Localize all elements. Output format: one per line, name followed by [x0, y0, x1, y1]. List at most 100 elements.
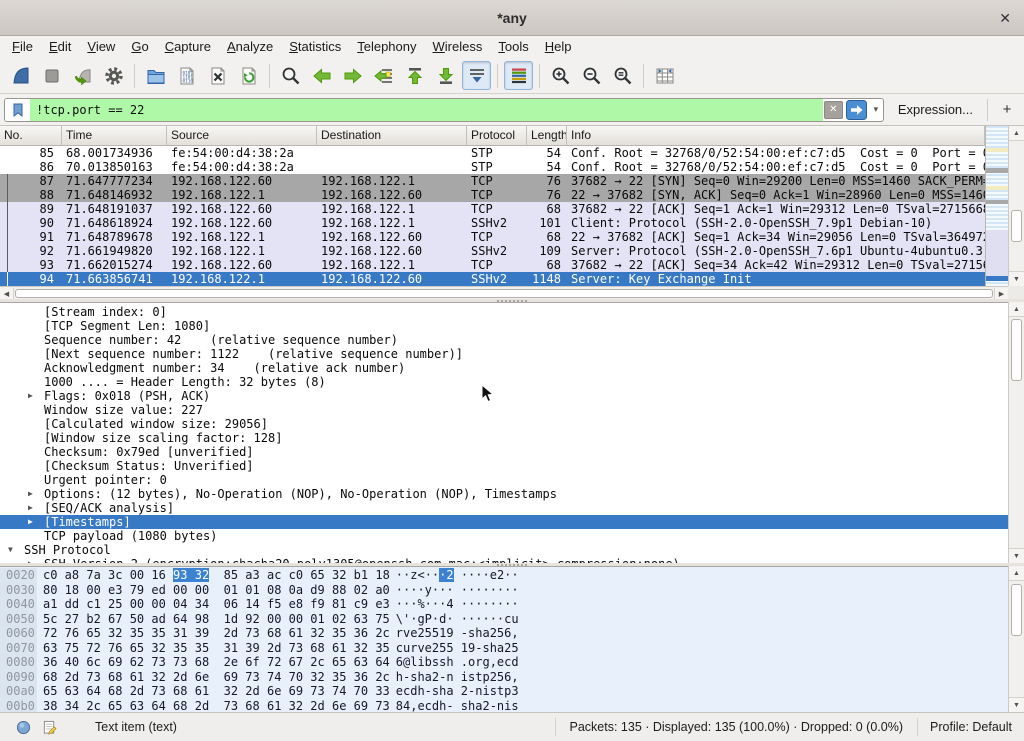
hex-bytes[interactable]: 65 63 64 68 2d 73 68 61 32 2d 6e 69 73 7… [43, 684, 390, 699]
menu-capture[interactable]: Capture [157, 36, 219, 54]
scroll-right-button[interactable]: ▶ [994, 288, 1008, 299]
packet-row-91[interactable]: 9171.648789678192.168.122.1192.168.122.6… [0, 230, 985, 244]
hex-row[interactable]: 00505c 27 b2 67 50 ad 64 98 1d 92 00 00 … [0, 612, 1008, 627]
hex-bytes[interactable]: 68 2d 73 68 61 32 2d 6e 69 73 74 70 32 3… [43, 670, 390, 685]
resize-columns-button[interactable] [650, 61, 679, 90]
hex-row[interactable]: 008036 40 6c 69 62 73 73 68 2e 6f 72 67 … [0, 655, 1008, 670]
scroll-left-button[interactable]: ◀ [0, 288, 14, 299]
filter-text[interactable]: !tcp.port == 22 [30, 99, 823, 121]
menu-statistics[interactable]: Statistics [281, 36, 349, 54]
packet-row-85[interactable]: 8568.001734936fe:54:00:d4:38:2aSTP54Conf… [0, 146, 985, 160]
menu-help[interactable]: Help [537, 36, 580, 54]
detail-vscrollbar[interactable]: ▲ ▼ [1008, 302, 1024, 563]
expander-closed-icon[interactable]: ▶ [28, 515, 44, 529]
column-header-no[interactable]: No. [0, 126, 62, 145]
go-to-packet-button[interactable] [369, 61, 398, 90]
detail-line[interactable]: ▶Options: (12 bytes), No-Operation (NOP)… [0, 487, 1008, 501]
filter-apply-button[interactable] [845, 100, 868, 120]
hex-bytes[interactable]: 72 76 65 32 35 35 31 39 2d 73 68 61 32 3… [43, 626, 390, 641]
menu-go[interactable]: Go [123, 36, 156, 54]
packet-list-minimap[interactable] [985, 126, 1008, 286]
detail-line[interactable]: ▶[SEQ/ACK analysis] [0, 501, 1008, 515]
detail-line[interactable]: Checksum: 0x79ed [unverified] [0, 445, 1008, 459]
expander-closed-icon[interactable]: ▶ [28, 389, 44, 403]
hex-ascii[interactable]: ····y··· ········ [396, 583, 519, 598]
display-filter-input[interactable]: !tcp.port == 22 ✕ ▾ [4, 98, 884, 122]
expert-info-button[interactable] [16, 720, 31, 735]
find-packet-button[interactable] [276, 61, 305, 90]
detail-line[interactable]: ▼SSH Protocol [0, 543, 1008, 557]
hex-row[interactable]: 0040a1 dd c1 25 00 00 04 34 06 14 f5 e8 … [0, 597, 1008, 612]
hex-bytes[interactable]: 38 34 2c 65 63 64 68 2d 73 68 61 32 2d 6… [43, 699, 390, 713]
window-close-button[interactable]: ✕ [999, 0, 1011, 36]
hex-ascii[interactable]: \'·gP·d· ······cu [396, 612, 519, 627]
expression-button[interactable]: Expression... [898, 102, 973, 117]
menu-tools[interactable]: Tools [490, 36, 536, 54]
go-back-button[interactable] [307, 61, 336, 90]
detail-line[interactable]: [Next sequence number: 1122 (relative se… [0, 347, 1008, 361]
packet-row-93[interactable]: 9371.662015274192.168.122.60192.168.122.… [0, 258, 985, 272]
scroll-up-button[interactable]: ▲ [1009, 566, 1024, 581]
menu-analyze[interactable]: Analyze [219, 36, 281, 54]
hex-row[interactable]: 009068 2d 73 68 61 32 2d 6e 69 73 74 70 … [0, 670, 1008, 685]
hex-row[interactable]: 003080 18 00 e3 79 ed 00 00 01 01 08 0a … [0, 583, 1008, 598]
packet-list-vscrollbar[interactable]: ▲ ▼ [1008, 126, 1024, 286]
hex-row[interactable]: 007063 75 72 76 65 32 35 35 31 39 2d 73 … [0, 641, 1008, 656]
stop-capture-button[interactable] [37, 61, 66, 90]
hex-bytes[interactable]: 36 40 6c 69 62 73 73 68 2e 6f 72 67 2c 6… [43, 655, 390, 670]
filter-dropdown-caret[interactable]: ▾ [869, 104, 883, 115]
hex-bytes[interactable]: 5c 27 b2 67 50 ad 64 98 1d 92 00 00 01 0… [43, 612, 390, 627]
hex-ascii[interactable]: ··z<···2 ····e2·· [396, 568, 519, 583]
go-to-bottom-button[interactable] [431, 61, 460, 90]
packet-row-87[interactable]: 8771.647777234192.168.122.60192.168.122.… [0, 174, 985, 188]
expander-open-icon[interactable]: ▼ [8, 543, 24, 557]
scrollbar-thumb[interactable] [1011, 584, 1022, 636]
menu-edit[interactable]: Edit [41, 36, 79, 54]
menu-wireless[interactable]: Wireless [425, 36, 491, 54]
detail-line[interactable]: Sequence number: 42 (relative sequence n… [0, 333, 1008, 347]
save-file-button[interactable]: 010111010110 [172, 61, 201, 90]
go-to-top-button[interactable] [400, 61, 429, 90]
auto-scroll-button[interactable] [462, 61, 491, 90]
hex-ascii[interactable]: 6@libssh .org,ecd [396, 655, 519, 670]
zoom-in-button[interactable] [546, 61, 575, 90]
menu-view[interactable]: View [79, 36, 123, 54]
scroll-down-button[interactable]: ▼ [1009, 548, 1024, 563]
scroll-up-button[interactable]: ▲ [1009, 126, 1024, 141]
restart-capture-button[interactable] [68, 61, 97, 90]
detail-line[interactable]: Urgent pointer: 0 [0, 473, 1008, 487]
colorize-button[interactable] [504, 61, 533, 90]
hex-ascii[interactable]: ···%···4 ········ [396, 597, 519, 612]
start-capture-button[interactable] [6, 61, 35, 90]
detail-line[interactable]: [Checksum Status: Unverified] [0, 459, 1008, 473]
reload-file-button[interactable] [234, 61, 263, 90]
profile-label[interactable]: Profile: Default [930, 720, 1012, 734]
column-header-protocol[interactable]: Protocol [467, 126, 527, 145]
hex-row[interactable]: 0020c0 a8 7a 3c 00 16 93 32 85 a3 ac c0 … [0, 568, 1008, 583]
zoom-out-button[interactable] [577, 61, 606, 90]
scroll-up-button[interactable]: ▲ [1009, 302, 1024, 317]
detail-line[interactable]: ▶[Timestamps] [0, 515, 1008, 529]
packet-row-88[interactable]: 8871.648146932192.168.122.1192.168.122.6… [0, 188, 985, 202]
add-filter-button[interactable]: + [998, 101, 1016, 118]
scrollbar-thumb[interactable] [1011, 210, 1022, 242]
detail-line[interactable]: 1000 .... = Header Length: 32 bytes (8) [0, 375, 1008, 389]
detail-line[interactable]: ▶Flags: 0x018 (PSH, ACK) [0, 389, 1008, 403]
menu-telephony[interactable]: Telephony [349, 36, 424, 54]
hex-ascii[interactable]: 84,ecdh- sha2-nis [396, 699, 519, 713]
packet-list-hscrollbar[interactable]: ◀ ▶ [0, 286, 1008, 299]
packet-row-94[interactable]: 9471.663856741192.168.122.1192.168.122.6… [0, 272, 985, 286]
hex-ascii[interactable]: h-sha2-n istp256, [396, 670, 519, 685]
detail-line[interactable]: [Stream index: 0] [0, 305, 1008, 319]
hex-row[interactable]: 00b038 34 2c 65 63 64 68 2d 73 68 61 32 … [0, 699, 1008, 713]
packet-row-90[interactable]: 9071.648618924192.168.122.60192.168.122.… [0, 216, 985, 230]
filter-bookmark-icon[interactable] [5, 99, 30, 121]
go-forward-button[interactable] [338, 61, 367, 90]
capture-comment-button[interactable] [42, 720, 57, 735]
packet-row-86[interactable]: 8670.013850163fe:54:00:d4:38:2aSTP54Conf… [0, 160, 985, 174]
hex-row[interactable]: 006072 76 65 32 35 35 31 39 2d 73 68 61 … [0, 626, 1008, 641]
detail-line[interactable]: [Window size scaling factor: 128] [0, 431, 1008, 445]
detail-line[interactable]: [TCP Segment Len: 1080] [0, 319, 1008, 333]
scrollbar-thumb[interactable] [1011, 319, 1022, 381]
packet-row-89[interactable]: 8971.648191037192.168.122.60192.168.122.… [0, 202, 985, 216]
